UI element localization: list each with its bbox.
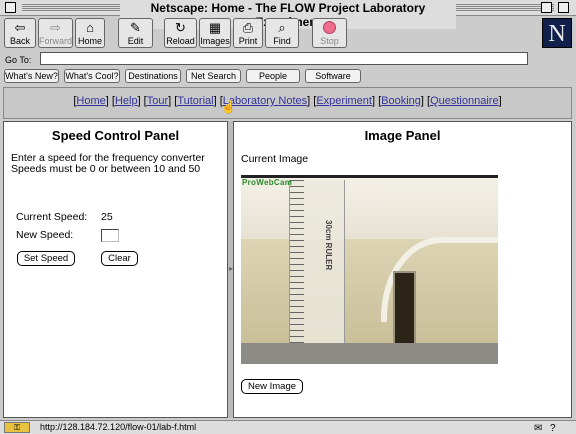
- goto-label: Go To:: [5, 55, 32, 65]
- stop-button[interactable]: Stop: [312, 18, 347, 48]
- house-icon: ⌂: [86, 20, 94, 35]
- destinations-button[interactable]: Destinations: [125, 69, 181, 83]
- webcam-stamp: ProWebCam: [242, 178, 293, 187]
- title-stripes: [452, 3, 554, 12]
- reload-button-label: Reload: [166, 36, 195, 46]
- pencil-icon: ✎: [130, 20, 141, 35]
- new-image-button[interactable]: New Image: [241, 379, 303, 394]
- nav-link-experiment[interactable]: Experiment: [316, 95, 372, 107]
- home-button-label: Home: [77, 36, 102, 46]
- back-button-label: Back: [9, 36, 30, 46]
- stop-icon: [323, 21, 336, 34]
- nav-bracket: ] [: [420, 95, 431, 107]
- home-button[interactable]: ⌂ Home: [75, 18, 105, 48]
- nav-link-tutorial[interactable]: Tutorial: [177, 95, 213, 107]
- nav-link-booking[interactable]: Booking: [381, 95, 421, 107]
- nav-bracket: ] [: [105, 95, 115, 107]
- printer-icon: ⎙: [242, 20, 254, 35]
- image-panel-title: Image Panel: [364, 128, 441, 143]
- find-button[interactable]: ⌕ Find: [265, 18, 299, 48]
- mail-icon[interactable]: ✉: [534, 422, 542, 434]
- webcam-image: 30cm RULER ProWebCam: [241, 175, 498, 364]
- current-speed-label: Current Speed:: [16, 211, 88, 223]
- netscape-logo[interactable]: N: [542, 18, 572, 48]
- hand-cursor-icon: ☝: [221, 100, 236, 114]
- reload-icon: ↻: [175, 20, 186, 35]
- current-image-label: Current Image: [241, 153, 309, 165]
- nav-bracket: ] [: [371, 95, 382, 107]
- close-box-icon[interactable]: [5, 2, 16, 13]
- image-panel-frame: Image Panel Current Image 30cm RULER Pro…: [233, 121, 572, 418]
- window-title-bar[interactable]: Netscape: Home - The FLOW Project Labora…: [0, 0, 576, 29]
- speed-instructions: Enter a speed for the frequency converte…: [11, 153, 211, 175]
- whats-new-button[interactable]: What's New?: [4, 69, 59, 83]
- net-search-button[interactable]: Net Search: [186, 69, 241, 83]
- nav-bracket: ] [: [168, 95, 178, 107]
- collapse-box-icon[interactable]: [558, 2, 569, 13]
- forward-button[interactable]: ⇨ Forward: [38, 18, 73, 48]
- images-button[interactable]: ▦ Images: [199, 18, 231, 48]
- images-button-label: Images: [200, 36, 230, 46]
- location-input[interactable]: [40, 52, 528, 65]
- right-arrow-icon: ⇨: [50, 20, 61, 35]
- nav-bracket: ] [: [137, 95, 147, 107]
- speed-rule-text: Speeds must be 0 or between 10 and 50: [11, 163, 201, 175]
- navigation-toolbar: ⇦ Back ⇨ Forward ⌂ Home ✎ Edit ↻ Reload …: [0, 16, 576, 48]
- webcam-ruler: 30cm RULER: [289, 180, 345, 350]
- speed-panel-title: Speed Control Panel: [51, 128, 180, 143]
- reload-button[interactable]: ↻ Reload: [164, 18, 197, 48]
- speed-control-frame: Speed Control Panel Enter a speed for th…: [3, 121, 228, 418]
- nav-bracket: ]: [498, 95, 502, 107]
- people-button[interactable]: People: [246, 69, 300, 83]
- nav-link-questionnaire[interactable]: Questionnaire: [430, 95, 499, 107]
- back-button[interactable]: ⇦ Back: [4, 18, 36, 48]
- left-arrow-icon: ⇦: [14, 20, 26, 35]
- status-url: http://128.184.72.120/flow-01/lab-f.html: [40, 422, 197, 432]
- stop-button-label: Stop: [320, 36, 339, 46]
- edit-button[interactable]: ✎ Edit: [118, 18, 153, 48]
- ruler-text: 30cm RULER: [324, 220, 333, 271]
- print-button-label: Print: [238, 36, 258, 46]
- security-key-icon[interactable]: ⚿: [4, 422, 30, 433]
- software-button[interactable]: Software: [305, 69, 361, 83]
- whats-cool-button[interactable]: What's Cool?: [64, 69, 120, 83]
- webcam-tank-floor: [241, 343, 498, 364]
- set-speed-button[interactable]: Set Speed: [17, 251, 75, 266]
- webcam-gate-slot: [393, 271, 416, 349]
- status-bar: ⚿ http://128.184.72.120/flow-01/lab-f.ht…: [0, 420, 576, 434]
- zoom-box-icon[interactable]: [541, 2, 552, 13]
- ruler-ticks: [290, 180, 304, 350]
- nav-link-tour[interactable]: Tour: [147, 95, 168, 107]
- nav-bracket: ] [: [307, 95, 317, 107]
- nav-link-home[interactable]: Home: [76, 95, 105, 107]
- nav-link-help[interactable]: Help: [115, 95, 138, 107]
- forward-button-label: Forward: [39, 36, 73, 46]
- binoculars-icon: ⌕: [278, 20, 286, 35]
- images-icon: ▦: [208, 20, 222, 35]
- new-speed-label: New Speed:: [16, 229, 74, 241]
- new-speed-input[interactable]: [101, 229, 119, 242]
- print-button[interactable]: ⎙ Print: [233, 18, 263, 48]
- edit-button-label: Edit: [127, 36, 144, 46]
- clear-button[interactable]: Clear: [101, 251, 138, 266]
- current-speed-value: 25: [101, 211, 113, 223]
- site-navigation-frame: [Home] [Help] [Tour] [Tutorial] [Laborat…: [3, 87, 572, 119]
- find-button-label: Find: [273, 36, 291, 46]
- help-icon[interactable]: ?: [550, 422, 556, 434]
